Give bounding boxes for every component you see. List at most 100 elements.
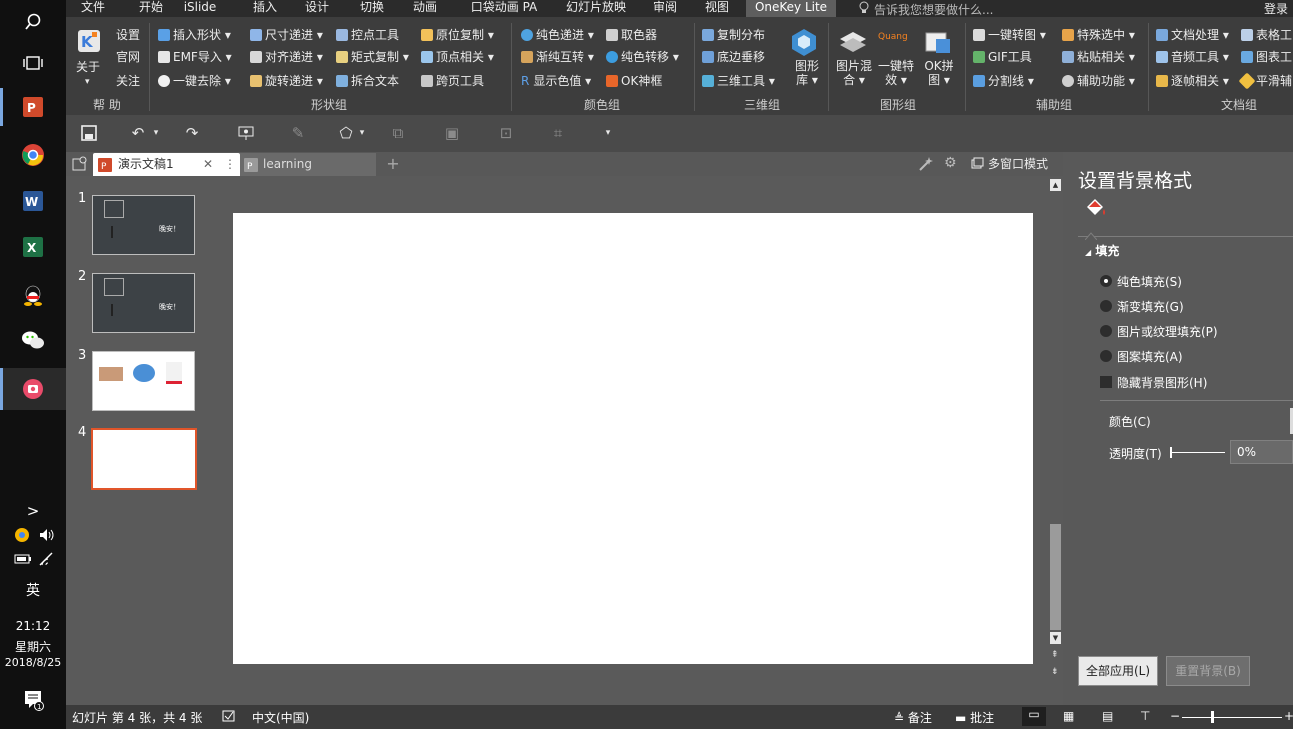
solid-color-progression-button[interactable]: 纯色递进 ▾ xyxy=(521,25,594,45)
transparency-input[interactable]: 0% xyxy=(1230,440,1293,464)
apply-to-all-button[interactable]: 全部应用(L) xyxy=(1078,656,1158,686)
fill-bucket-icon[interactable] xyxy=(1083,195,1109,222)
slide-thumbnail[interactable]: 晚安！ xyxy=(92,195,195,255)
previous-slide-icon[interactable]: ⇞ xyxy=(1051,650,1059,660)
notes-button[interactable]: ≜ 备注 xyxy=(894,709,932,726)
follow-button[interactable]: 关注 xyxy=(116,71,140,91)
volume-icon[interactable] xyxy=(38,527,56,546)
one-key-effect-button[interactable]: 一键特效 ▾ xyxy=(876,59,916,87)
control-point-tool-button[interactable]: 控点工具 xyxy=(336,25,399,45)
frame-related-button[interactable]: 逐帧相关 ▾ xyxy=(1156,71,1229,91)
gif-tool-button[interactable]: GIF工具 xyxy=(973,47,1032,67)
show-color-value-button[interactable]: R 显示色值 ▾ xyxy=(521,71,591,91)
battery-icon[interactable] xyxy=(14,553,32,568)
wifi-icon[interactable] xyxy=(38,551,56,570)
one-key-to-image-button[interactable]: 一键转图 ▾ xyxy=(973,25,1046,45)
slide-thumbnail[interactable] xyxy=(92,351,195,411)
slideshow-view-icon[interactable]: ⊤ xyxy=(1140,709,1150,723)
shape-library-icon[interactable] xyxy=(789,27,819,60)
table-tools-button[interactable]: 表格工 xyxy=(1241,25,1292,45)
task-view-icon[interactable] xyxy=(13,45,53,81)
emf-import-button[interactable]: EMF导入 ▾ xyxy=(158,47,232,67)
image-blend-icon[interactable] xyxy=(838,29,868,58)
crop-icon[interactable]: ⌗ xyxy=(548,123,568,143)
align-objects-icon[interactable]: ⊡ xyxy=(496,123,516,143)
close-tab-icon[interactable]: ✕ xyxy=(203,153,213,175)
undo-dropdown-icon[interactable]: ▾ xyxy=(146,123,166,143)
tab-learning[interactable]: P learning xyxy=(240,153,376,176)
spell-check-icon[interactable] xyxy=(222,709,236,726)
ime-indicator[interactable]: 英 xyxy=(0,580,66,600)
tab-file[interactable]: 文件 xyxy=(72,0,114,17)
picture-fill-radio[interactable] xyxy=(1100,325,1112,337)
tab-review[interactable]: 审阅 xyxy=(644,0,686,17)
tab-design[interactable]: 设计 xyxy=(296,0,338,17)
language-status[interactable]: 中文(中国) xyxy=(252,709,309,726)
quang-effect-icon[interactable]: Quang xyxy=(878,32,908,42)
zoom-slider[interactable] xyxy=(1182,717,1282,718)
fill-section-header[interactable]: ◢ 填充 xyxy=(1085,242,1119,259)
hide-background-label[interactable]: 隐藏背景图形(H) xyxy=(1117,374,1207,391)
3d-tools-button[interactable]: 三维工具 ▾ xyxy=(702,71,775,91)
image-blend-button[interactable]: 图片混合 ▾ xyxy=(836,59,872,87)
capture-icon[interactable] xyxy=(13,371,53,407)
tab-presentation1[interactable]: P 演示文稿1 ✕ ⋮ xyxy=(93,153,240,176)
next-slide-icon[interactable]: ⇟ xyxy=(1051,667,1059,677)
new-window-icon[interactable] xyxy=(72,156,88,175)
bring-forward-icon[interactable]: ▣ xyxy=(442,123,462,143)
pattern-fill-label[interactable]: 图案填充(A) xyxy=(1117,348,1183,365)
picture-fill-label[interactable]: 图片或纹理填充(P) xyxy=(1117,323,1218,340)
qq-icon[interactable] xyxy=(13,277,53,313)
chrome-icon[interactable] xyxy=(13,137,53,173)
notification-center-icon[interactable]: 1 xyxy=(23,689,45,714)
settings-button[interactable]: 设置 xyxy=(116,25,140,45)
reset-background-button[interactable]: 重置背景(B) xyxy=(1166,656,1250,686)
solid-fill-radio[interactable] xyxy=(1100,275,1112,287)
align-progression-button[interactable]: 对齐递进 ▾ xyxy=(250,47,323,67)
powerpoint-icon[interactable]: P xyxy=(13,89,53,125)
tab-islide[interactable]: iSlide xyxy=(176,0,224,17)
tab-slideshow[interactable]: 幻灯片放映 xyxy=(558,0,634,17)
bottom-edge-shift-button[interactable]: 底边垂移 xyxy=(702,47,765,67)
sign-in-link[interactable]: 登录 xyxy=(1264,0,1288,17)
scrollbar-thumb[interactable] xyxy=(1050,524,1061,630)
color-picker-button[interactable]: 取色器 xyxy=(606,25,657,45)
insert-shape-button[interactable]: 插入形状 ▾ xyxy=(158,25,231,45)
ok-puzzle-icon[interactable] xyxy=(924,29,952,58)
group-icon[interactable]: ⧉ xyxy=(388,123,408,143)
gradient-fill-radio[interactable] xyxy=(1100,300,1112,312)
assist-function-button[interactable]: 辅助功能 ▾ xyxy=(1062,71,1135,91)
smooth-assist-button[interactable]: 平滑辅 xyxy=(1238,71,1292,91)
onekey-logo-icon[interactable]: K xyxy=(77,29,101,56)
search-icon[interactable] xyxy=(13,4,53,40)
split-merge-text-button[interactable]: 拆合文本 xyxy=(336,71,399,91)
gradient-fill-label[interactable]: 渐变填充(G) xyxy=(1117,298,1184,315)
solid-fill-label[interactable]: 纯色填充(S) xyxy=(1117,273,1182,290)
zoom-out-icon[interactable]: − xyxy=(1170,709,1180,723)
one-key-remove-button[interactable]: 一键去除 ▾ xyxy=(158,71,231,91)
tell-me-search[interactable]: 告诉我您想要做什么... xyxy=(874,1,993,18)
browser-tray-icon[interactable] xyxy=(14,527,30,546)
undo-icon[interactable]: ↶ xyxy=(128,123,148,143)
chart-tools-button[interactable]: 图表工 xyxy=(1241,47,1292,67)
zoom-slider-thumb[interactable] xyxy=(1211,711,1214,723)
ok-magic-frame-button[interactable]: OK神框 xyxy=(606,71,662,91)
in-place-copy-button[interactable]: 原位复制 ▾ xyxy=(421,25,494,45)
transparency-slider[interactable] xyxy=(1170,452,1225,453)
tab-insert[interactable]: 插入 xyxy=(244,0,286,17)
cross-page-tool-button[interactable]: 跨页工具 xyxy=(421,71,484,91)
transparency-slider-thumb[interactable] xyxy=(1170,447,1172,458)
clock-weekday[interactable]: 星期六 xyxy=(0,638,66,655)
zoom-in-icon[interactable]: + xyxy=(1284,709,1293,723)
new-tab-button[interactable]: + xyxy=(382,153,404,176)
divider-line-button[interactable]: 分割线 ▾ xyxy=(973,71,1034,91)
wechat-icon[interactable] xyxy=(13,322,53,358)
magic-wand-icon[interactable] xyxy=(918,156,934,175)
tab-home[interactable]: 开始 xyxy=(130,0,172,17)
format-painter-icon[interactable]: ✎ xyxy=(288,123,308,143)
slide-thumbnail-selected[interactable] xyxy=(91,428,197,490)
vertex-related-button[interactable]: 顶点相关 ▾ xyxy=(421,47,494,67)
settings-gear-icon[interactable]: ⚙ xyxy=(944,155,957,171)
customize-toolbar-icon[interactable]: ▾ xyxy=(598,123,618,143)
excel-icon[interactable]: X xyxy=(13,229,53,265)
